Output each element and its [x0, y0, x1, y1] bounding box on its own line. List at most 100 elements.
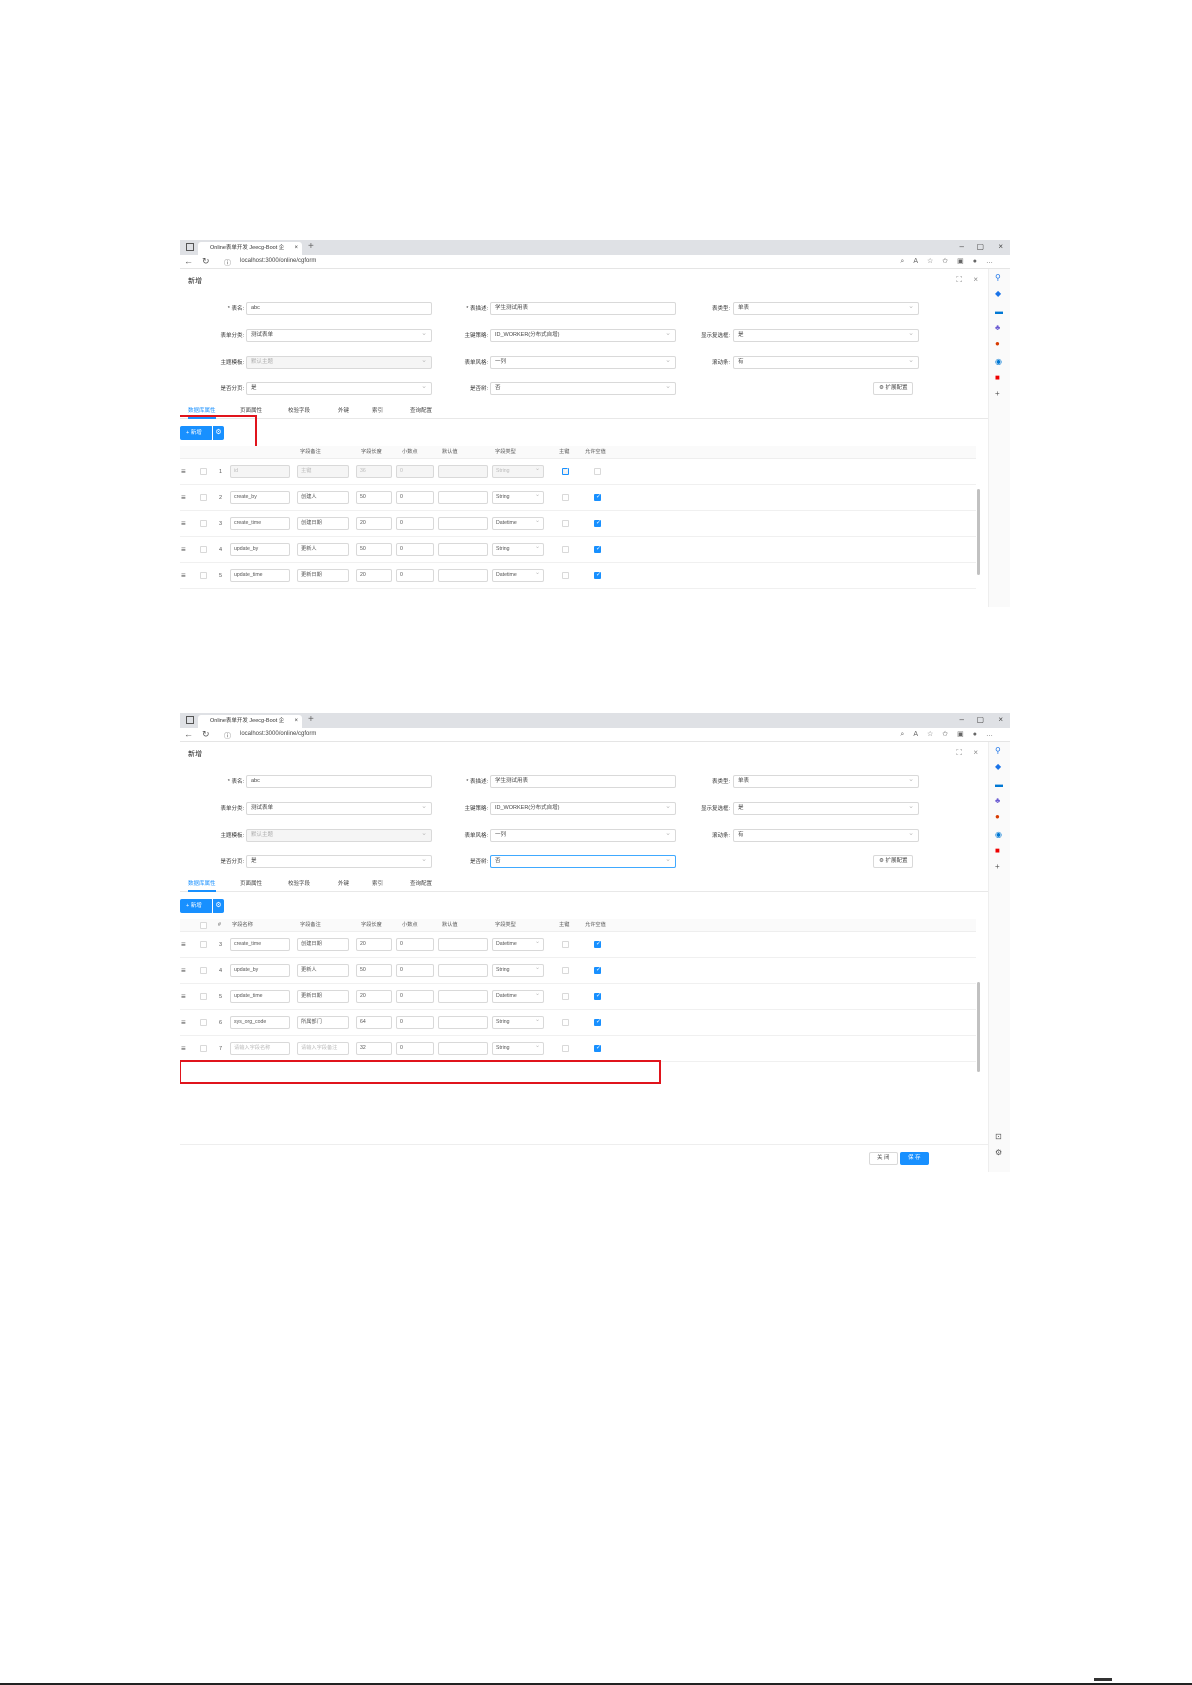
refresh-icon[interactable]: ↻	[202, 256, 210, 267]
primary-key-checkbox[interactable]	[562, 572, 569, 579]
pk-strategy-select[interactable]: ID_WORKER(分布式自增)	[490, 328, 676, 342]
minimize-button[interactable]: –	[960, 715, 964, 724]
tab-index[interactable]: 索引	[372, 405, 383, 417]
field-remark-input[interactable]: 更新人	[297, 543, 349, 556]
drag-handle-icon[interactable]: ≡	[181, 1010, 186, 1036]
nullable-checkbox[interactable]	[594, 571, 601, 579]
window-menu-icon[interactable]	[186, 716, 194, 724]
field-decimal-input[interactable]: 0	[396, 569, 434, 582]
info-icon[interactable]: ⓘ	[224, 258, 231, 268]
field-type-select[interactable]: String	[492, 465, 544, 478]
drag-handle-icon[interactable]: ≡	[181, 932, 186, 958]
field-length-input[interactable]: 20	[356, 990, 392, 1003]
field-name-input[interactable]: update_by	[230, 543, 290, 556]
form-style-select[interactable]: 一列	[490, 355, 676, 369]
add-row-button[interactable]: + 新增	[180, 899, 213, 913]
window-close-button[interactable]: ×	[998, 715, 1003, 724]
drag-handle-icon[interactable]: ≡	[181, 958, 186, 984]
new-tab-button[interactable]: +	[308, 241, 314, 252]
table-name-input[interactable]: abc	[246, 775, 432, 788]
show-checkbox-select[interactable]: 是	[733, 328, 919, 342]
field-length-input[interactable]: 50	[356, 543, 392, 556]
field-decimal-input[interactable]: 0	[396, 1042, 434, 1055]
theme-select[interactable]: 默认主题	[246, 355, 432, 369]
field-type-select[interactable]: String	[492, 1016, 544, 1029]
field-name-input[interactable]: create_time	[230, 938, 290, 951]
table-name-input[interactable]: abc	[246, 302, 432, 315]
field-decimal-input[interactable]: 0	[396, 517, 434, 530]
tag-icon[interactable]: ◆	[995, 289, 1001, 298]
close-icon[interactable]: ×	[294, 715, 298, 728]
field-remark-input[interactable]: 创建日期	[297, 517, 349, 530]
nullable-checkbox[interactable]	[594, 468, 601, 475]
select-all-checkbox[interactable]	[200, 922, 207, 929]
extend-config-button[interactable]: ⚙ 扩展配置	[873, 855, 914, 868]
sidebar-toggle-icon[interactable]: ⊡	[995, 1132, 1002, 1141]
tab-index[interactable]: 索引	[372, 878, 383, 890]
people-icon[interactable]: ♣	[995, 323, 1000, 332]
row-checkbox[interactable]	[200, 993, 207, 1000]
form-style-select[interactable]: 一列	[490, 828, 676, 842]
primary-key-checkbox[interactable]	[562, 1019, 569, 1026]
scrollbar[interactable]	[977, 489, 980, 575]
restore-button[interactable]: ▢	[976, 715, 984, 724]
paging-select[interactable]: 是	[246, 381, 432, 395]
primary-key-checkbox[interactable]	[562, 1045, 569, 1052]
field-type-select[interactable]: String	[492, 543, 544, 556]
office-icon[interactable]: ●	[995, 339, 1000, 348]
nullable-checkbox[interactable]	[594, 940, 601, 948]
field-decimal-input[interactable]: 0	[396, 990, 434, 1003]
address-actions-icons[interactable]: ⌕A☆✩▣●…	[900, 257, 1002, 266]
search-icon[interactable]: ⚲	[995, 746, 1001, 755]
nullable-checkbox[interactable]	[594, 992, 601, 1000]
nullable-checkbox[interactable]	[594, 1044, 601, 1052]
field-length-input[interactable]: 36	[356, 465, 392, 478]
paging-select[interactable]: 是	[246, 854, 432, 868]
search-icon[interactable]: ⚲	[995, 273, 1001, 282]
row-checkbox[interactable]	[200, 520, 207, 527]
drag-handle-icon[interactable]: ≡	[181, 485, 186, 511]
nullable-checkbox[interactable]	[594, 1018, 601, 1026]
field-length-input[interactable]: 32	[356, 1042, 392, 1055]
field-type-select[interactable]: Datetime	[492, 990, 544, 1003]
field-default-input[interactable]	[438, 517, 488, 530]
primary-key-checkbox[interactable]	[562, 993, 569, 1000]
field-length-input[interactable]: 20	[356, 517, 392, 530]
row-checkbox[interactable]	[200, 468, 207, 475]
primary-key-checkbox[interactable]	[562, 467, 569, 475]
field-name-input[interactable]: id	[230, 465, 290, 478]
modal-close-icon[interactable]: ×	[973, 748, 978, 757]
row-checkbox[interactable]	[200, 546, 207, 553]
primary-key-checkbox[interactable]	[562, 546, 569, 553]
row-checkbox[interactable]	[200, 941, 207, 948]
table-type-select[interactable]: 单表	[733, 774, 919, 788]
plus-icon[interactable]: +	[995, 389, 1000, 398]
table-desc-input[interactable]: 学生测试用表	[490, 775, 676, 788]
scrollbar[interactable]	[977, 982, 980, 1072]
table-desc-input[interactable]: 学生测试用表	[490, 302, 676, 315]
theme-select[interactable]: 默认主题	[246, 828, 432, 842]
field-length-input[interactable]: 20	[356, 569, 392, 582]
field-remark-input[interactable]: 创建人	[297, 491, 349, 504]
drag-handle-icon[interactable]: ≡	[181, 511, 186, 537]
field-decimal-input[interactable]: 0	[396, 465, 434, 478]
field-remark-input[interactable]: 请输入字段备注	[297, 1042, 349, 1055]
people-icon[interactable]: ♣	[995, 796, 1000, 805]
field-default-input[interactable]	[438, 465, 488, 478]
category-select[interactable]: 测试表单	[246, 328, 432, 342]
field-default-input[interactable]	[438, 491, 488, 504]
tab-foreign-key[interactable]: 外键	[338, 405, 349, 417]
primary-key-checkbox[interactable]	[562, 941, 569, 948]
field-decimal-input[interactable]: 0	[396, 491, 434, 504]
field-remark-input[interactable]: 更新人	[297, 964, 349, 977]
tab-db-props[interactable]: 数据库属性	[188, 878, 216, 892]
field-default-input[interactable]	[438, 964, 488, 977]
office-icon[interactable]: ●	[995, 812, 1000, 821]
url-field[interactable]: localhost:3000/online/cgform	[240, 731, 316, 737]
address-actions-icons[interactable]: ⌕A☆✩▣●…	[900, 730, 1002, 739]
field-name-input[interactable]: create_time	[230, 517, 290, 530]
field-length-input[interactable]: 20	[356, 938, 392, 951]
info-icon[interactable]: ⓘ	[224, 731, 231, 741]
field-default-input[interactable]	[438, 938, 488, 951]
drag-handle-icon[interactable]: ≡	[181, 984, 186, 1010]
